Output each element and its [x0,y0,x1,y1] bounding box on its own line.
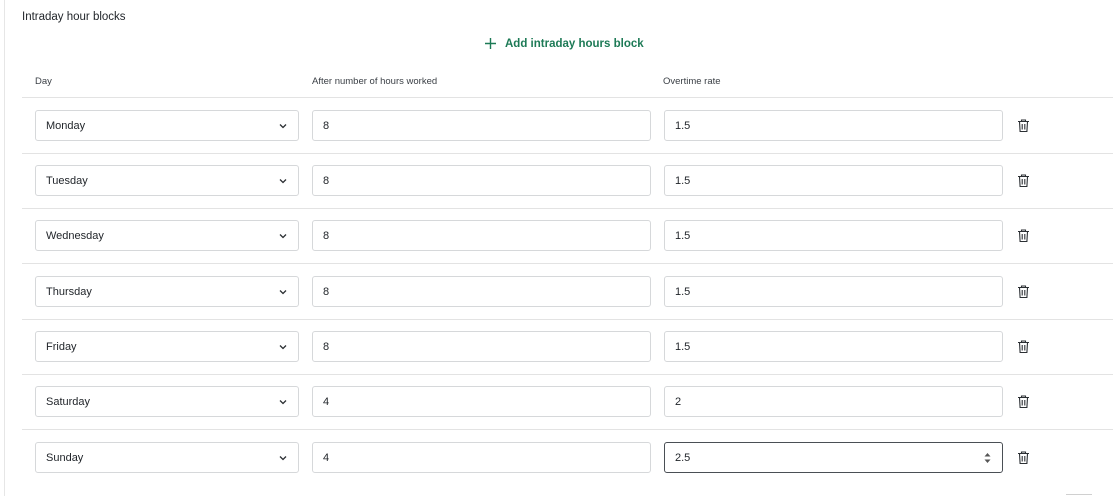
overtime-rate-value: 2.5 [675,451,691,464]
trash-icon[interactable] [1017,284,1030,304]
chevron-down-icon [278,397,288,410]
day-select-value: Tuesday [46,174,88,187]
table-row: Sunday 4 2.5 [22,430,1113,485]
day-select-value: Sunday [46,451,84,464]
day-select[interactable]: Monday [35,110,299,141]
table-row: Thursday 8 1.5 [22,264,1113,320]
hours-worked-input[interactable]: 8 [312,165,651,196]
overtime-rate-value: 1.5 [675,285,691,298]
add-intraday-block-button[interactable]: Add intraday hours block [484,37,644,50]
plus-icon [484,37,497,50]
overtime-rate-input[interactable]: 1.5 [664,220,1003,251]
overtime-rate-value: 2 [675,395,682,408]
hours-worked-value: 8 [323,229,330,242]
panel-left-border [4,0,5,496]
day-select[interactable]: Wednesday [35,220,299,251]
hours-worked-input[interactable]: 4 [312,442,651,473]
day-select[interactable]: Friday [35,331,299,362]
overtime-rate-input[interactable]: 2.5 [664,442,1003,473]
day-select[interactable]: Thursday [35,276,299,307]
trash-icon[interactable] [1017,173,1030,193]
day-select-value: Friday [46,340,77,353]
day-select[interactable]: Tuesday [35,165,299,196]
day-select-value: Wednesday [46,229,104,242]
table-row: Saturday 4 2 [22,374,1113,430]
overtime-rate-input[interactable]: 2 [664,386,1003,417]
table-row: Friday 8 1.5 [22,319,1113,375]
hours-worked-input[interactable]: 8 [312,331,651,362]
section-title: Intraday hour blocks [22,11,126,23]
hours-worked-value: 8 [323,174,330,187]
trash-icon[interactable] [1017,394,1030,414]
add-intraday-block-label: Add intraday hours block [505,37,644,50]
hours-worked-value: 4 [323,451,330,464]
hours-worked-value: 8 [323,285,330,298]
overtime-rate-input[interactable]: 1.5 [664,110,1003,141]
hours-worked-value: 4 [323,395,330,408]
overtime-rate-value: 1.5 [675,340,691,353]
overtime-rate-input[interactable]: 1.5 [664,165,1003,196]
column-header-day: Day [35,76,52,87]
overtime-rate-value: 1.5 [675,119,691,132]
chevron-down-icon [278,121,288,134]
trash-icon[interactable] [1017,228,1030,248]
hours-worked-value: 8 [323,340,330,353]
hours-worked-input[interactable]: 8 [312,110,651,141]
overtime-rate-value: 1.5 [675,174,691,187]
trash-icon[interactable] [1017,339,1030,359]
table-row: Tuesday 8 1.5 [22,153,1113,209]
table-header: Day After number of hours worked Overtim… [22,75,1113,98]
scroll-edge-mark [1066,494,1092,495]
table-row: Wednesday 8 1.5 [22,208,1113,264]
overtime-rate-input[interactable]: 1.5 [664,276,1003,307]
day-select[interactable]: Sunday [35,442,299,473]
chevron-down-icon [278,176,288,189]
trash-icon[interactable] [1017,450,1030,470]
day-select-value: Monday [46,119,86,132]
chevron-down-icon [278,287,288,300]
chevron-down-icon [278,342,288,355]
day-select-value: Saturday [46,395,91,408]
trash-icon[interactable] [1017,118,1030,138]
spinner-icon[interactable] [983,451,992,468]
day-select[interactable]: Saturday [35,386,299,417]
hours-worked-input[interactable]: 8 [312,220,651,251]
day-select-value: Thursday [46,285,92,298]
chevron-down-icon [278,231,288,244]
hours-worked-input[interactable]: 8 [312,276,651,307]
column-header-rate: Overtime rate [663,76,721,87]
column-header-hours: After number of hours worked [312,76,438,87]
hours-worked-value: 8 [323,119,330,132]
overtime-rate-value: 1.5 [675,229,691,242]
table-row: Monday 8 1.5 [22,98,1113,154]
overtime-rate-input[interactable]: 1.5 [664,331,1003,362]
chevron-down-icon [278,453,288,466]
hours-worked-input[interactable]: 4 [312,386,651,417]
